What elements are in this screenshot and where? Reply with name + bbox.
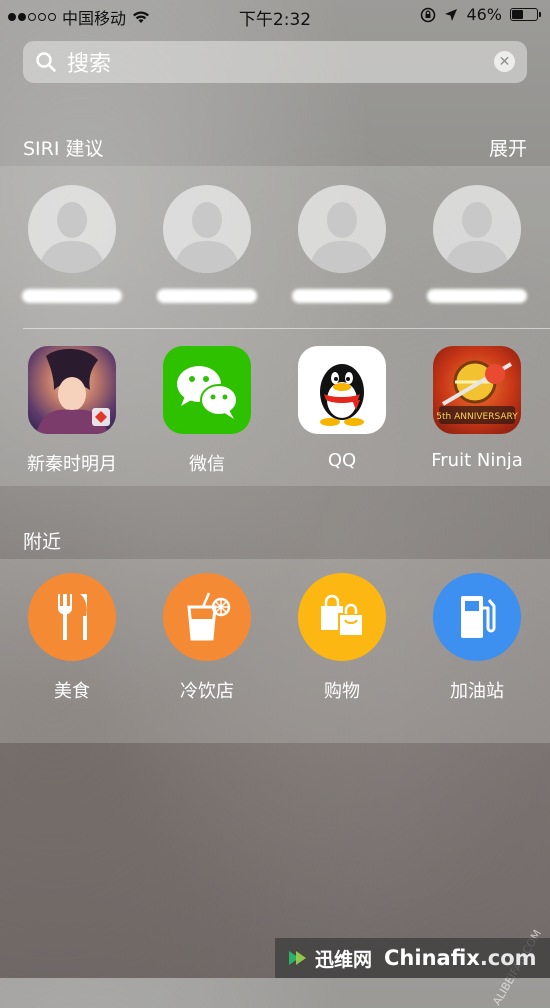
game-app-icon[interactable] [28,346,116,434]
app-label: 新秦时明月 [27,454,117,475]
redacted-name [427,289,527,303]
nearby-item-gas[interactable]: 加油站 [409,573,545,703]
clear-icon[interactable]: ✕ [494,51,515,72]
app-item[interactable]: 新秦时明月 [4,346,140,476]
chinafix-logo-icon [289,951,306,965]
search-bar[interactable]: 搜索 ✕ [23,41,527,83]
fruit-ninja-app-icon[interactable]: 5th ANNIVERSARY [433,346,521,434]
nearby-item-shopping[interactable]: 购物 [274,573,410,703]
app-item[interactable]: QQ [274,346,410,471]
contact-item[interactable] [274,185,410,303]
watermark-cn: 迅维网 [315,948,373,971]
app-label: Fruit Ninja [431,450,523,471]
watermark: 迅维网 Chinafix.com [275,938,550,978]
app-item[interactable]: 5th ANNIVERSARY Fruit Ninja [409,346,545,471]
nearby-item-drinks[interactable]: 冷饮店 [139,573,275,703]
rotation-lock-icon [421,7,436,22]
nearby-item-food[interactable]: 美食 [4,573,140,703]
redacted-name [292,289,392,303]
contact-item[interactable] [4,185,140,303]
shopping-bag-icon[interactable] [298,573,386,661]
avatar [28,185,116,273]
search-input[interactable]: 搜索 [67,46,111,78]
nearby-label: 美食 [54,681,90,702]
app-item[interactable]: 微信 [139,346,275,476]
svg-text:5th ANNIVERSARY: 5th ANNIVERSARY [436,412,518,422]
contact-item[interactable] [409,185,545,303]
drink-icon[interactable] [163,573,251,661]
contact-item[interactable] [139,185,275,303]
fork-knife-icon[interactable] [28,573,116,661]
nearby-label: 加油站 [450,681,504,702]
siri-suggestions-header: SIRI 建议 展开 [0,124,550,166]
redacted-name [22,289,122,303]
section-title: 附近 [23,531,62,553]
app-label: QQ [327,450,357,471]
search-icon [36,52,56,72]
gas-pump-icon[interactable] [433,573,521,661]
nearby-header: 附近 [0,517,550,559]
avatar [163,185,251,273]
section-title: SIRI 建议 [23,138,104,160]
app-label: 微信 [189,454,225,475]
siri-suggestions-panel: 新秦时明月 微信 QQ 5th ANNIVERSARY Fruit Ninja [0,166,550,486]
expand-button[interactable]: 展开 [489,134,527,161]
nearby-label: 购物 [324,681,360,702]
redacted-name [157,289,257,303]
nearby-panel: 美食 冷饮店 购物 加油站 [0,559,550,743]
location-icon [445,8,458,21]
battery-icon [510,8,541,21]
watermark-en: Chinafix.com [384,946,537,970]
avatar [298,185,386,273]
battery-percent: 46% [466,5,502,24]
wechat-app-icon[interactable] [163,346,251,434]
nearby-label: 冷饮店 [180,681,234,702]
qq-app-icon[interactable] [298,346,386,434]
status-bar: 中国移动 下午2:32 46% [0,0,550,30]
avatar [433,185,521,273]
divider [23,328,550,329]
